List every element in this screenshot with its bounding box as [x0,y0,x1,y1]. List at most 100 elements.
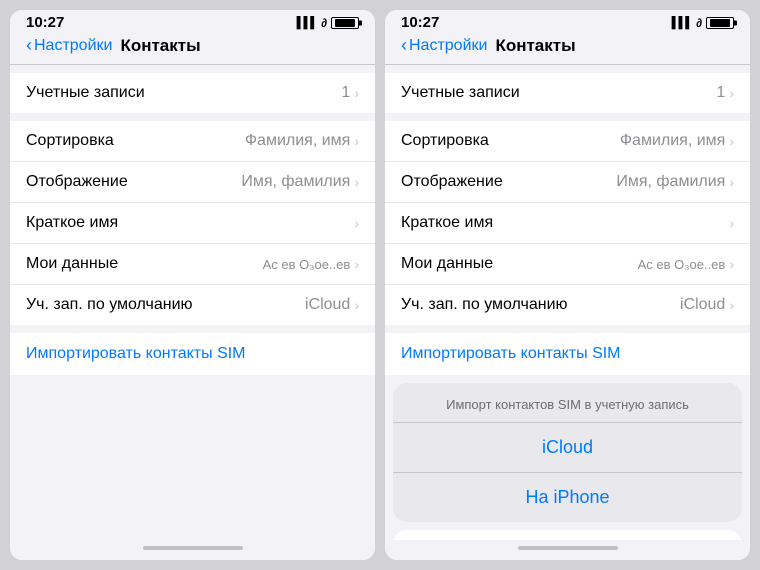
right-status-bar: 10:27 ▌▌▌ ∂ [385,10,750,33]
left-sort-row[interactable]: Сортировка Фамилия, имя › [10,121,375,162]
left-default-label: Уч. зап. по умолчанию [26,296,193,314]
left-shortname-value: › [354,215,359,231]
right-mydata-text: Ас ев О₃ое..ев [638,257,726,272]
right-shortname-label: Краткое имя [401,214,493,232]
right-accounts-group: Учетные записи 1 › [385,73,750,113]
left-import-sim[interactable]: Импортировать контакты SIM [10,333,375,375]
left-accounts-group: Учетные записи 1 › [10,73,375,113]
left-mydata-value: Ас ев О₃ое..ев › [263,256,359,272]
left-display-text: Имя, фамилия [241,173,350,191]
right-content: Учетные записи 1 › Сортировка Фамилия, и… [385,65,750,540]
left-import-label: Импортировать контакты SIM [26,345,246,362]
left-status-bar: 10:27 ▌▌▌ ∂ [10,10,375,33]
left-shortname-label: Краткое имя [26,214,118,232]
right-nav-bar: ‹ Настройки Контакты [385,33,750,65]
right-time: 10:27 [401,14,439,31]
right-wifi-icon: ∂ [696,16,702,30]
action-sheet-iphone-button[interactable]: На iPhone [393,473,742,522]
left-nav-bar: ‹ Настройки Контакты [10,33,375,65]
right-back-button[interactable]: ‹ Настройки [401,35,487,56]
left-time: 10:27 [26,14,64,31]
right-display-row[interactable]: Отображение Имя, фамилия › [385,162,750,203]
signal-icon: ▌▌▌ [297,17,317,29]
right-accounts-row[interactable]: Учетные записи 1 › [385,73,750,113]
wifi-icon: ∂ [321,16,327,30]
right-accounts-label: Учетные записи [401,84,520,102]
left-default-value: iCloud › [305,296,359,314]
left-status-icons: ▌▌▌ ∂ [297,16,359,30]
right-display-chevron: › [729,174,734,190]
left-phone: 10:27 ▌▌▌ ∂ ‹ Настройки Контакты Учетные… [10,10,375,560]
right-sort-chevron: › [729,133,734,149]
left-shortname-chevron: › [354,215,359,231]
left-accounts-count: 1 [341,84,350,102]
action-sheet-cancel-button[interactable]: Отменить [393,530,742,540]
left-home-bar [143,546,243,550]
left-back-label: Настройки [34,37,112,55]
right-default-row[interactable]: Уч. зап. по умолчанию iCloud › [385,285,750,325]
action-sheet: Импорт контактов SIM в учетную запись iC… [393,383,742,522]
action-sheet-title: Импорт контактов SIM в учетную запись [393,383,742,423]
left-back-chevron: ‹ [26,35,32,56]
right-sort-row[interactable]: Сортировка Фамилия, имя › [385,121,750,162]
right-home-bar [518,546,618,550]
right-sort-value: Фамилия, имя › [620,132,734,150]
left-mydata-chevron: › [354,256,359,272]
left-display-chevron: › [354,174,359,190]
right-display-text: Имя, фамилия [616,173,725,191]
battery-icon [331,17,359,29]
right-accounts-count: 1 [716,84,725,102]
right-import-label: Импортировать контакты SIM [401,345,621,362]
action-sheet-cancel-group: Отменить [393,530,742,540]
right-accounts-chevron: › [729,85,734,101]
left-accounts-label: Учетные записи [26,84,145,102]
left-sort-text: Фамилия, имя [245,132,350,150]
right-display-label: Отображение [401,173,503,191]
left-default-text: iCloud [305,296,350,314]
right-shortname-value: › [729,215,734,231]
right-settings-group: Сортировка Фамилия, имя › Отображение Им… [385,121,750,325]
right-default-value: iCloud › [680,296,734,314]
left-accounts-chevron: › [354,85,359,101]
left-sort-chevron: › [354,133,359,149]
right-back-label: Настройки [409,37,487,55]
left-mydata-row[interactable]: Мои данные Ас ев О₃ое..ев › [10,244,375,285]
right-sort-label: Сортировка [401,132,489,150]
left-sort-value: Фамилия, имя › [245,132,359,150]
right-nav-title: Контакты [495,36,575,56]
right-accounts-value: 1 › [716,84,734,102]
left-content: Учетные записи 1 › Сортировка Фамилия, и… [10,65,375,540]
right-phone: 10:27 ▌▌▌ ∂ ‹ Настройки Контакты Учетные… [385,10,750,560]
left-home-indicator [10,540,375,560]
right-default-label: Уч. зап. по умолчанию [401,296,568,314]
right-back-chevron: ‹ [401,35,407,56]
left-default-row[interactable]: Уч. зап. по умолчанию iCloud › [10,285,375,325]
right-sort-text: Фамилия, имя [620,132,725,150]
right-import-sim[interactable]: Импортировать контакты SIM [385,333,750,375]
right-default-text: iCloud [680,296,725,314]
right-mydata-label: Мои данные [401,255,493,273]
right-mydata-value: Ас ев О₃ое..ев › [638,256,734,272]
left-display-row[interactable]: Отображение Имя, фамилия › [10,162,375,203]
left-default-chevron: › [354,297,359,313]
right-mydata-chevron: › [729,256,734,272]
right-shortname-row[interactable]: Краткое имя › [385,203,750,244]
left-accounts-value: 1 › [341,84,359,102]
left-back-button[interactable]: ‹ Настройки [26,35,112,56]
left-mydata-text: Ас ев О₃ое..ев [263,257,351,272]
right-mydata-row[interactable]: Мои данные Ас ев О₃ое..ев › [385,244,750,285]
right-default-chevron: › [729,297,734,313]
action-sheet-icloud-button[interactable]: iCloud [393,423,742,473]
left-shortname-row[interactable]: Краткое имя › [10,203,375,244]
right-display-value: Имя, фамилия › [616,173,734,191]
right-battery-icon [706,17,734,29]
left-display-label: Отображение [26,173,128,191]
right-import-group: Импортировать контакты SIM [385,333,750,375]
right-signal-icon: ▌▌▌ [672,17,692,29]
left-nav-title: Контакты [120,36,200,56]
left-mydata-label: Мои данные [26,255,118,273]
right-shortname-chevron: › [729,215,734,231]
left-display-value: Имя, фамилия › [241,173,359,191]
left-accounts-row[interactable]: Учетные записи 1 › [10,73,375,113]
action-sheet-overlay: Импорт контактов SIM в учетную запись iC… [393,383,742,540]
